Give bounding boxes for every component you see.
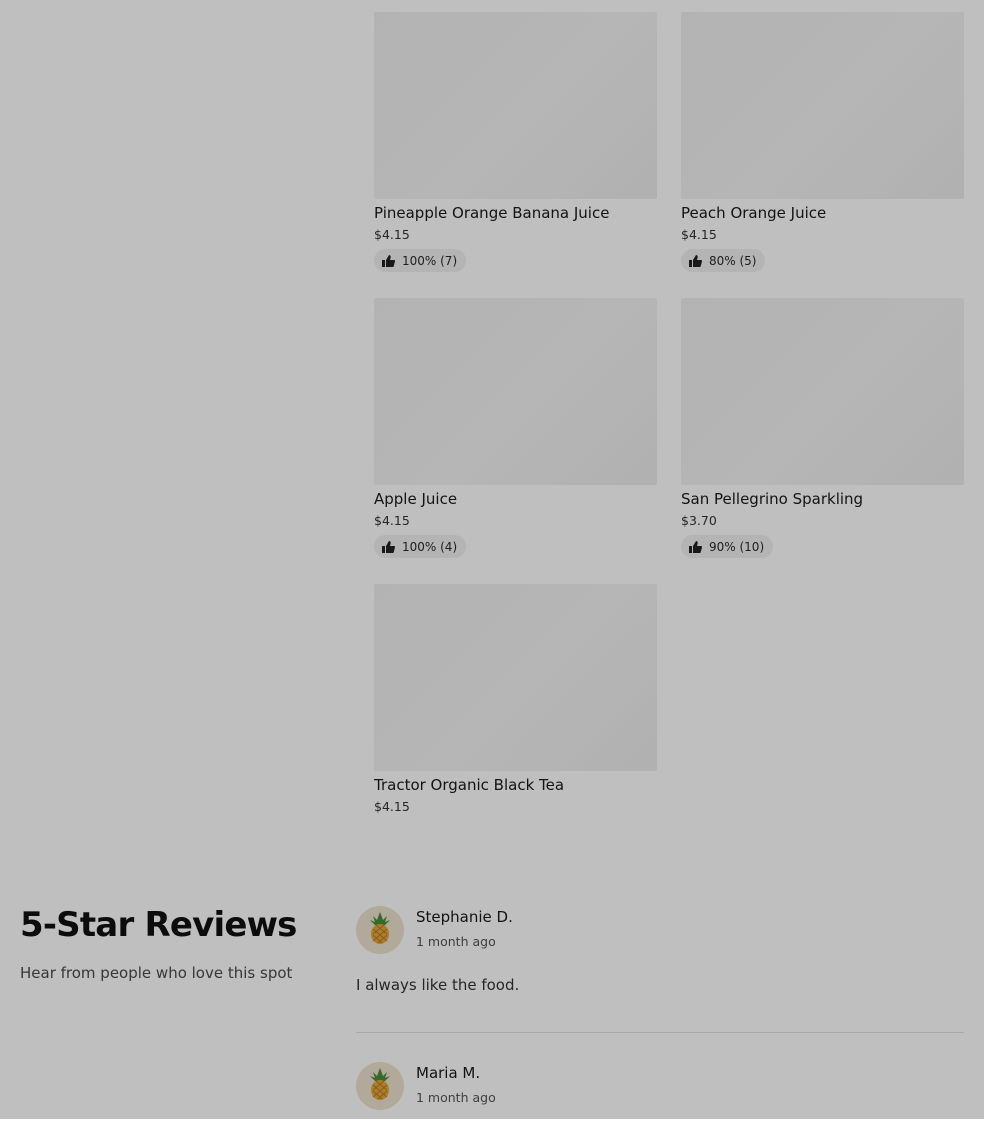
modal-backdrop-overlay[interactable] [0, 0, 984, 1119]
